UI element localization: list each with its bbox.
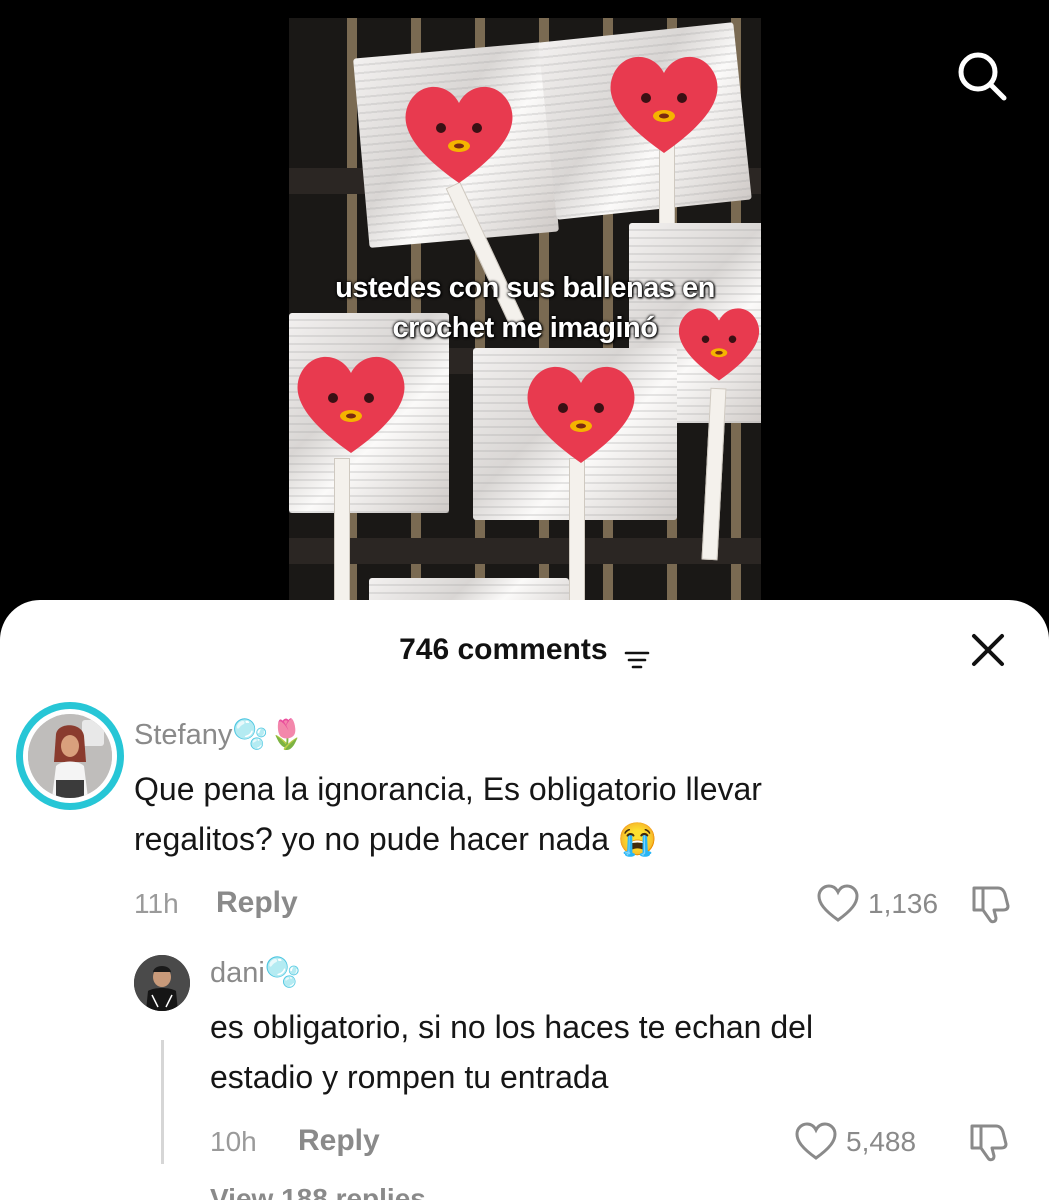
like-count: 1,136	[868, 888, 939, 919]
comment-text-line: regalitos? yo no pude hacer nada 😭	[134, 821, 658, 857]
dislike-button[interactable]	[966, 1120, 1010, 1164]
comment-text-line: Que pena la ignorancia, Es obligatorio l…	[134, 771, 762, 807]
reply-timestamp: 10h	[210, 1126, 257, 1157]
app-root: ustedes con sus ballenas en crochet me i…	[0, 0, 1049, 1200]
thumbs-down-icon	[970, 1124, 1008, 1162]
avatar[interactable]	[134, 955, 190, 1011]
heart-outline-icon	[795, 1122, 837, 1160]
search-icon	[958, 52, 1007, 101]
avatar	[28, 714, 112, 798]
like-button[interactable]	[816, 884, 860, 924]
search-button[interactable]	[950, 44, 1014, 108]
like-button[interactable]	[794, 1122, 838, 1162]
close-icon	[972, 634, 1004, 666]
reply-text-line: estadio y rompen tu entrada	[210, 1059, 609, 1095]
reply-text: es obligatorio, si no los haces te echan…	[210, 1002, 813, 1102]
video-caption: ustedes con sus ballenas en crochet me i…	[289, 268, 761, 348]
lollipop-stick	[334, 458, 350, 618]
heart-lollipop-image	[521, 358, 641, 468]
heart-lollipop-image	[291, 348, 411, 458]
reply-button[interactable]: Reply	[216, 886, 298, 920]
avatar-story-ring[interactable]	[16, 702, 124, 810]
video-caption-line: crochet me imaginó	[392, 312, 658, 344]
heart-lollipop-image	[604, 48, 724, 158]
heart-lollipop-image	[399, 78, 519, 188]
sort-lines-icon[interactable]	[624, 640, 650, 669]
reply-username[interactable]: dani🫧	[210, 956, 301, 990]
close-button[interactable]	[966, 628, 1010, 672]
thumbs-down-icon	[972, 886, 1010, 924]
dislike-button[interactable]	[968, 882, 1012, 926]
video-caption-line: ustedes con sus ballenas en	[335, 272, 715, 304]
thread-line	[161, 1040, 164, 1164]
reply-button[interactable]: Reply	[298, 1124, 380, 1158]
comment-timestamp: 11h	[134, 888, 179, 919]
comments-header: 746 comments	[0, 628, 1049, 672]
background-crossbar	[289, 538, 761, 564]
comment-text: Que pena la ignorancia, Es obligatorio l…	[134, 764, 762, 864]
view-replies-link[interactable]: View 188 replies	[210, 1183, 426, 1200]
lollipop-stick	[569, 458, 585, 618]
video-player[interactable]: ustedes con sus ballenas en crochet me i…	[289, 18, 761, 618]
comment-username[interactable]: Stefany🫧🌷	[134, 718, 305, 752]
comments-count: 746 comments	[399, 633, 608, 666]
reply-text-line: es obligatorio, si no los haces te echan…	[210, 1009, 814, 1045]
like-count: 5,488	[846, 1126, 917, 1157]
heart-outline-icon	[817, 884, 859, 922]
